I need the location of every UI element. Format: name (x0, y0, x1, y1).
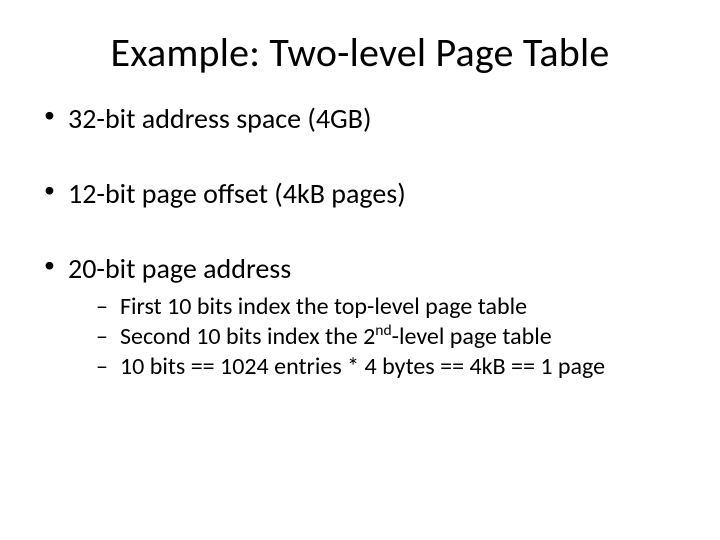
bullet-item-page-offset: 12-bit page offset (4kB pages) (40, 176, 680, 211)
sub-bullet-text-pre: Second 10 bits index the 2 (120, 322, 375, 351)
slide-title: Example: Two-level Page Table (40, 28, 680, 77)
sub-bullet-second-10-bits: Second 10 bits index the 2nd-level page … (96, 322, 680, 352)
bullet-text: 32-bit address space (4GB) (68, 101, 371, 136)
bullet-text: 12-bit page offset (4kB pages) (68, 176, 406, 211)
slide: Example: Two-level Page Table 32-bit add… (0, 0, 720, 540)
bullet-item-page-address: 20-bit page address First 10 bits index … (40, 251, 680, 382)
superscript-nd: nd (375, 321, 391, 340)
bullet-text: 20-bit page address (68, 251, 291, 286)
sub-bullet-text-post: -level page table (392, 322, 552, 351)
sub-bullet-text: 10 bits == 1024 entries * 4 bytes == 4kB… (120, 352, 605, 381)
sub-bullet-first-10-bits: First 10 bits index the top-level page t… (96, 292, 680, 322)
sub-bullet-list: First 10 bits index the top-level page t… (68, 292, 680, 382)
sub-bullet-10-bits-calc: 10 bits == 1024 entries * 4 bytes == 4kB… (96, 352, 680, 382)
sub-bullet-text: First 10 bits index the top-level page t… (120, 292, 527, 321)
bullet-list: 32-bit address space (4GB) 12-bit page o… (40, 101, 680, 382)
bullet-item-address-space: 32-bit address space (4GB) (40, 101, 680, 136)
